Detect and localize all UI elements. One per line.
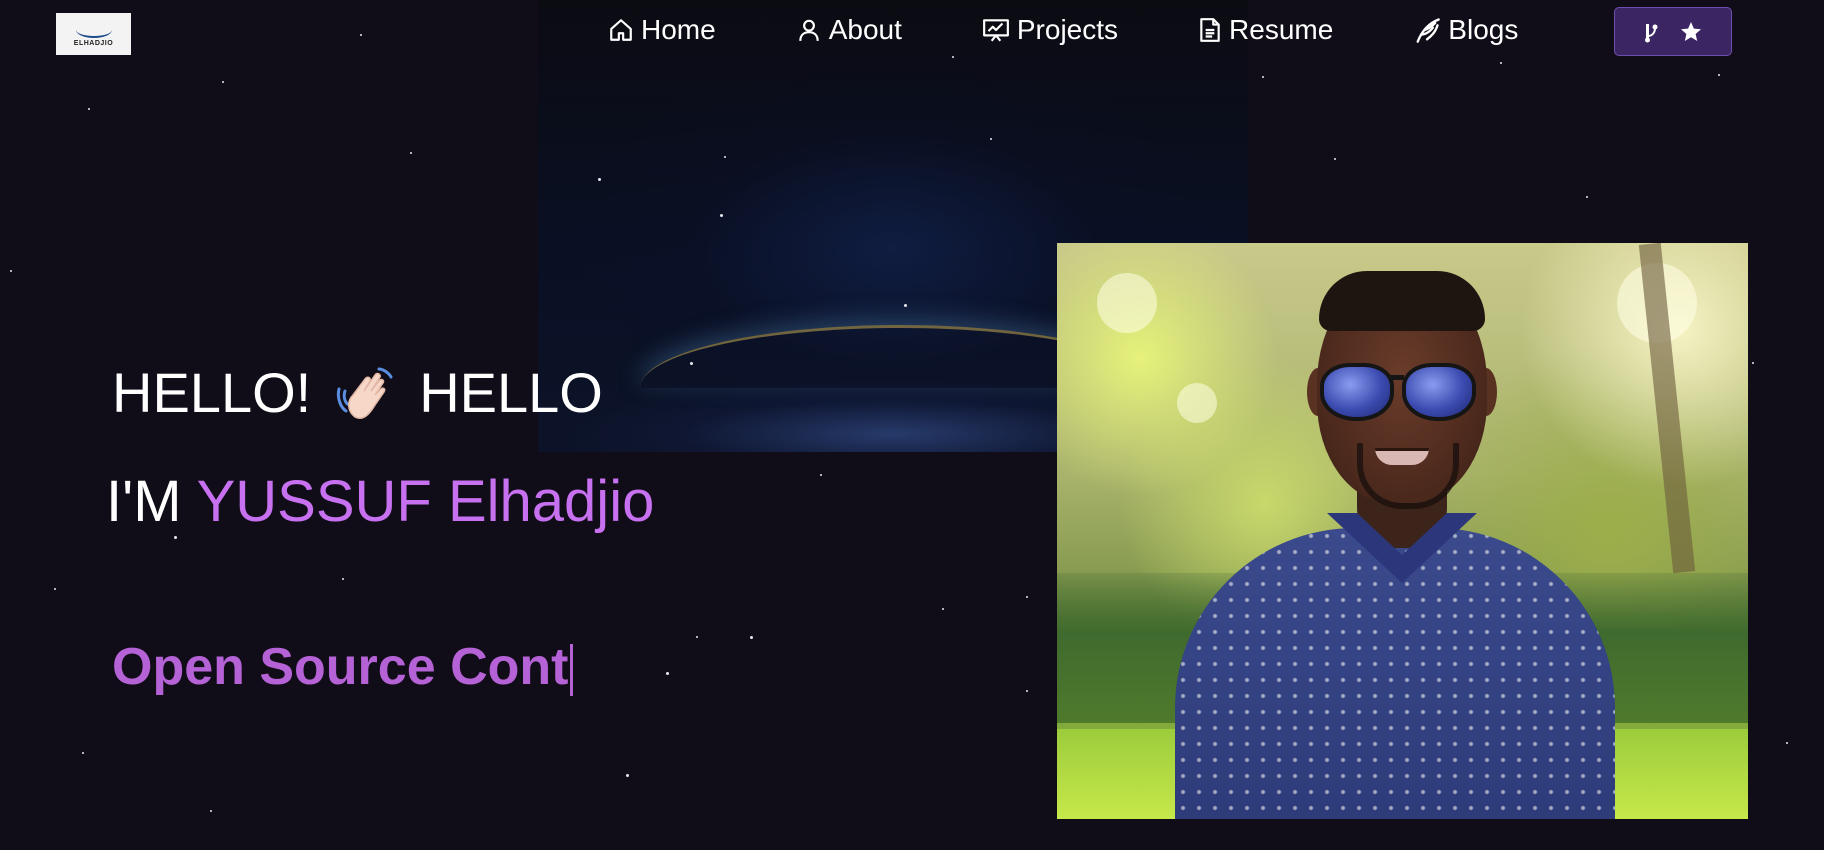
star bbox=[720, 214, 723, 217]
star bbox=[410, 152, 412, 154]
star bbox=[598, 178, 601, 181]
name-highlight: YUSSUF Elhadjio bbox=[196, 469, 655, 534]
bokeh-light bbox=[1177, 383, 1217, 423]
star bbox=[666, 672, 669, 675]
star bbox=[696, 636, 698, 638]
star bbox=[222, 81, 224, 83]
site-logo[interactable]: ELHADJIO bbox=[56, 13, 131, 55]
star bbox=[990, 138, 992, 140]
star bbox=[82, 752, 84, 754]
nav-item-about[interactable]: About bbox=[796, 10, 902, 50]
nav-item-label: Projects bbox=[1016, 14, 1119, 45]
star bbox=[54, 588, 56, 590]
typed-text: Open Source Cont bbox=[112, 638, 569, 696]
logo-text: ELHADJIO bbox=[73, 39, 114, 47]
hero-name: I'M YUSSUF Elhadjio bbox=[106, 468, 654, 535]
star bbox=[1500, 62, 1502, 64]
star bbox=[342, 578, 344, 580]
star bbox=[1718, 74, 1720, 76]
typing-cursor bbox=[570, 644, 574, 697]
photo-smile bbox=[1375, 448, 1429, 465]
nav-links: Home About Projects Resume Blogs bbox=[608, 10, 1598, 50]
navbar: ELHADJIO Home About Projects Resume Blog… bbox=[0, 0, 1824, 62]
profile-photo bbox=[1057, 243, 1748, 819]
waving-hand-icon bbox=[337, 367, 393, 419]
star bbox=[626, 774, 629, 777]
star bbox=[1334, 158, 1336, 160]
star bbox=[1786, 742, 1788, 744]
nav-item-label: Resume bbox=[1229, 14, 1334, 45]
home-icon bbox=[610, 19, 632, 41]
nav-item-blogs[interactable]: Blogs bbox=[1413, 10, 1518, 50]
star bbox=[1026, 690, 1028, 692]
star bbox=[750, 636, 753, 639]
greeting-text-end: HELLO bbox=[419, 361, 603, 424]
star bbox=[1026, 596, 1028, 598]
star bbox=[1752, 362, 1754, 364]
star bbox=[88, 108, 90, 110]
sunglasses-bridge bbox=[1390, 375, 1404, 380]
star bbox=[1262, 76, 1264, 78]
document-icon bbox=[1200, 18, 1220, 42]
github-fork-star-button[interactable] bbox=[1614, 7, 1732, 56]
star-icon bbox=[1681, 21, 1701, 41]
name-prefix: I'M bbox=[106, 469, 182, 534]
greeting-text-start: HELLO! bbox=[112, 361, 312, 424]
bokeh-light bbox=[1097, 273, 1157, 333]
sunglasses-lens bbox=[1320, 363, 1394, 421]
star bbox=[724, 156, 726, 158]
typewriter-text: Open Source Cont bbox=[112, 637, 574, 697]
hero-greeting: HELLO! HELLO bbox=[112, 360, 603, 425]
nav-item-home[interactable]: Home bbox=[608, 10, 716, 50]
feather-icon bbox=[1416, 18, 1441, 43]
page: ELHADJIO Home About Projects Resume Blog… bbox=[0, 0, 1824, 850]
star bbox=[1586, 196, 1588, 198]
git-fork-icon bbox=[1645, 23, 1658, 42]
nav-item-label: Home bbox=[641, 14, 716, 45]
star bbox=[820, 474, 822, 476]
star bbox=[690, 362, 693, 365]
sunglasses-lens bbox=[1402, 363, 1476, 421]
star bbox=[210, 810, 212, 812]
user-icon bbox=[798, 19, 819, 41]
star bbox=[174, 536, 177, 539]
nav-item-projects[interactable]: Projects bbox=[982, 10, 1118, 50]
photo-hair bbox=[1319, 271, 1485, 331]
star bbox=[904, 304, 907, 307]
star bbox=[942, 608, 944, 610]
nav-item-resume[interactable]: Resume bbox=[1198, 10, 1333, 50]
nav-item-label: About bbox=[828, 14, 902, 45]
logo-swoosh-icon bbox=[75, 22, 112, 38]
nav-item-label: Blogs bbox=[1448, 14, 1519, 45]
presentation-icon bbox=[982, 19, 1009, 42]
star bbox=[10, 270, 12, 272]
